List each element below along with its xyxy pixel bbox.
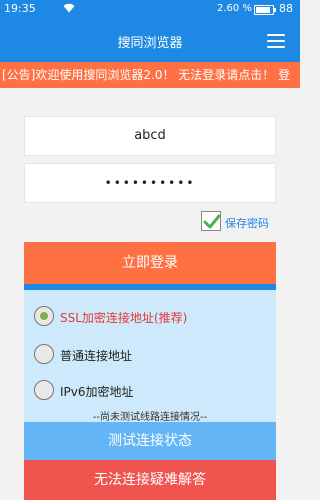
- test-connection-button[interactable]: 测试连接状态: [24, 422, 276, 460]
- radio-selected-icon[interactable]: [34, 306, 54, 326]
- username-input[interactable]: abcd: [24, 116, 276, 156]
- checkbox-icon[interactable]: [201, 211, 221, 231]
- option-normal-label: 普通连接地址: [60, 349, 133, 363]
- connection-hint: --尚未测试线路连接情况--: [92, 412, 208, 423]
- connection-options-panel: SSL加密连接地址(推荐) 普通连接地址 IPv6加密地址 --尚未测试线路连接…: [24, 284, 276, 423]
- announcement-banner[interactable]: [公告]欢迎使用搜同浏览器2.0！ 无法登录请点击！ 登: [0, 62, 300, 88]
- connection-help-button[interactable]: 无法连接疑难解答: [24, 460, 276, 500]
- battery-level: 88: [279, 2, 293, 15]
- app-title: 搜同浏览器: [117, 36, 183, 51]
- password-input[interactable]: ••••••••••: [24, 163, 276, 203]
- status-time: 19:35: [4, 2, 36, 15]
- checkmark-icon: [203, 214, 221, 229]
- remember-password-label: 保存密码: [225, 217, 269, 230]
- hamburger-menu-icon[interactable]: [267, 34, 285, 48]
- option-ssl-label: SSL加密连接地址(推荐): [60, 311, 188, 325]
- battery-fill: [256, 7, 271, 13]
- battery-icon: [254, 5, 276, 15]
- radio-icon[interactable]: [34, 344, 54, 364]
- battery-percent: 2.60 %: [217, 3, 252, 14]
- login-button[interactable]: 立即登录: [24, 242, 276, 284]
- option-ipv6-label: IPv6加密地址: [60, 385, 134, 399]
- status-bar: 19:35 2.60 % 88: [0, 0, 300, 20]
- app-bar: 搜同浏览器: [0, 20, 300, 62]
- radio-icon[interactable]: [34, 380, 54, 400]
- wifi-icon: [63, 3, 75, 13]
